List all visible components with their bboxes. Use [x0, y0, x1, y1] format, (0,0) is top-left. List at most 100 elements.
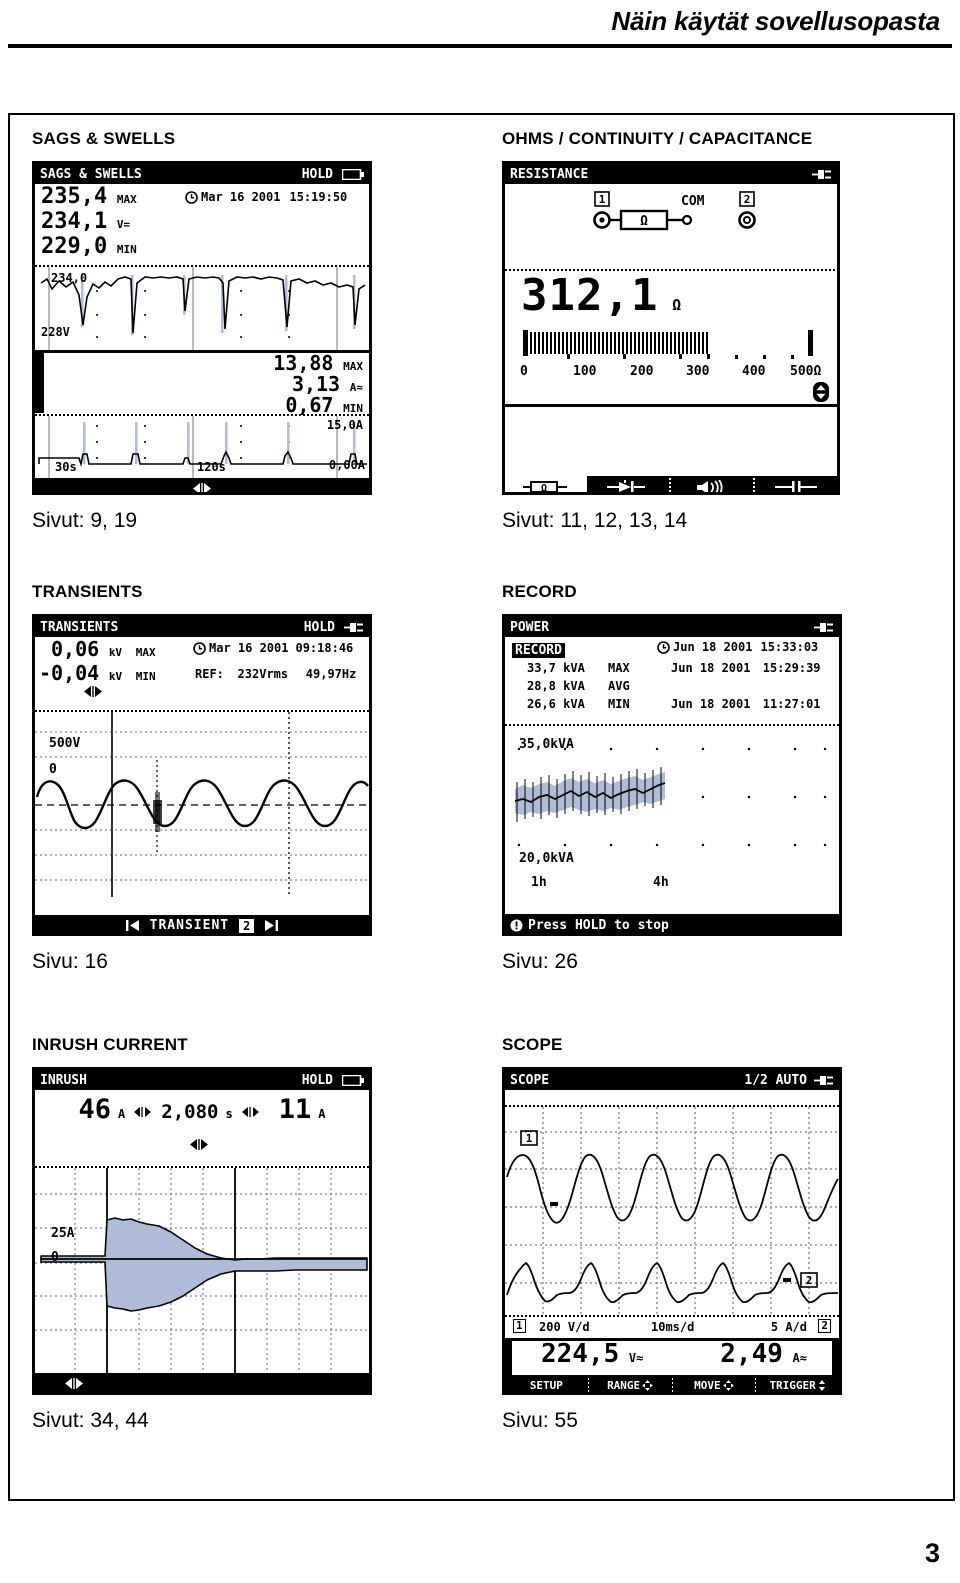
inrush-peak-unit: A	[118, 1107, 126, 1121]
softkey-diode[interactable]	[587, 476, 669, 492]
softkey-move-label: MOVE	[694, 1378, 721, 1392]
panel-caption-record: Sivu: 26	[502, 950, 578, 973]
record-row-value: 33,7 kVA	[527, 661, 585, 675]
lcd-resistance[interactable]: RESISTANCE 1 Ω COM 2 312,1 Ω 0 100 200 3…	[502, 161, 840, 495]
up-down-arrows-icon	[818, 1379, 826, 1391]
channel2-scale: 5 A/d	[770, 1320, 807, 1334]
panel-title-ohms: OHMS / CONTINUITY / CAPACITANCE	[502, 129, 813, 148]
reference-frequency: 49,97Hz	[305, 667, 357, 681]
header-rule	[8, 44, 952, 48]
lcd-mode-indicator: 1/2 AUTO	[744, 1072, 807, 1088]
panel-ohms: OHMS / CONTINUITY / CAPACITANCE RESISTAN…	[502, 129, 942, 533]
record-row-value: 28,8 kVA	[527, 679, 585, 693]
transient-max-unit: kV	[108, 646, 123, 659]
softkey-trigger[interactable]: TRIGGER	[756, 1379, 839, 1392]
softkey-move[interactable]: MOVE	[673, 1379, 756, 1392]
lcd-softkey-bar[interactable]: SETUP RANGE MOVE TRIGGER	[505, 1375, 839, 1392]
bargraph-tick-5: 500Ω	[790, 364, 822, 379]
record-mode-badge: RECORD	[512, 643, 565, 658]
softkey-capacitance[interactable]	[755, 476, 837, 492]
bargraph-tick-2: 200	[630, 364, 654, 379]
lcd-scope[interactable]: SCOPE 1/2 AUTO 1 2 1 200 V/d 10ms/d 5 A/…	[502, 1067, 842, 1395]
battery-icon	[342, 1074, 364, 1086]
skip-next-icon[interactable]	[264, 919, 279, 932]
panel-caption-inrush: Sivut: 34, 44	[32, 1409, 149, 1432]
x-label-mid: 4h	[653, 875, 669, 890]
timebase-scale: 10ms/d	[651, 1320, 695, 1334]
record-row-date: Jun 18 2001	[671, 697, 751, 711]
left-right-arrows-icon[interactable]	[81, 685, 105, 698]
current-readouts: 13,88 MAX 3,13 A≈ 0,67 MIN	[35, 353, 369, 415]
panel-title-scope: SCOPE	[502, 1035, 563, 1054]
y-scale-bottom: 20,0kVA	[519, 851, 574, 866]
lcd-softkey-bar[interactable]	[35, 478, 369, 492]
clock-icon	[193, 641, 206, 655]
transient-min-label: MIN	[135, 670, 156, 683]
inrush-steady-unit: A	[318, 1107, 326, 1121]
svg-text:COM: COM	[681, 194, 705, 209]
lcd-softkey-bar[interactable]: Ω	[505, 476, 837, 492]
left-right-arrows-icon[interactable]	[187, 1138, 211, 1151]
lcd-transients[interactable]: TRANSIENTS HOLD 0,06 kV MAX -0,04 kV MIN…	[32, 614, 372, 936]
page-number: 3	[924, 1538, 940, 1568]
current-scale-bottom: 0,00A	[328, 458, 365, 472]
info-icon	[510, 919, 523, 932]
softkey-range-label: RANGE	[607, 1378, 641, 1392]
lcd-title-text: SAGS & SWELLS	[40, 166, 142, 182]
softkey-transient-label[interactable]: TRANSIENT	[150, 918, 229, 933]
softkey-setup[interactable]: SETUP	[505, 1379, 588, 1392]
softkey-range[interactable]: RANGE	[589, 1379, 672, 1392]
lcd-softkey-bar[interactable]: TRANSIENT 2	[35, 915, 369, 933]
panel-title-sags-swells: SAGS & SWELLS	[32, 129, 176, 148]
panels-grid: SAGS & SWELLS SAGS & SWELLS HOLD 235,4 M…	[10, 115, 953, 1499]
current-now-unit: A≈	[349, 381, 363, 394]
inrush-peak-value: 46	[78, 1094, 112, 1125]
lcd-titlebar: INRUSH HOLD	[35, 1070, 369, 1090]
softkey-transient-number[interactable]: 2	[239, 918, 255, 933]
divider-dotted-2	[505, 1315, 839, 1317]
record-row-value: 26,6 kVA	[527, 697, 585, 711]
bargraph-tick-4: 400	[742, 364, 766, 379]
left-right-arrows-icon[interactable]	[240, 1106, 262, 1118]
softkey-divider-2	[753, 476, 755, 492]
page-header: Näin käytät sovellusopasta	[0, 0, 960, 52]
capacitance-icon	[773, 480, 819, 492]
up-down-arrows-icon[interactable]	[813, 382, 829, 402]
left-right-arrows-icon[interactable]	[190, 482, 214, 492]
voltage-now-value: 234,1	[41, 209, 108, 234]
lcd-titlebar: POWER	[505, 617, 839, 637]
timestamp-date: Mar 16 2001	[201, 190, 281, 204]
voltage-min-label: MIN	[116, 243, 137, 256]
voltage-max-label: MAX	[116, 193, 137, 206]
inrush-waveform: 25A 0	[35, 1168, 369, 1373]
lcd-title-text: RESISTANCE	[510, 166, 589, 182]
inrush-duration-unit: s	[225, 1107, 233, 1121]
transient-min-unit: kV	[108, 670, 123, 683]
skip-previous-icon[interactable]	[125, 919, 140, 932]
panel-scope: SCOPE SCOPE 1/2 AUTO 1 2 1 200 V/d 10ms/…	[502, 1035, 942, 1433]
record-row: 28,8 kVA AVG	[527, 679, 630, 693]
lcd-record[interactable]: POWER RECORD Jun 18 2001 15:33:03 33,7 k…	[502, 614, 842, 936]
mains-plug-icon	[812, 168, 832, 181]
four-way-arrows-icon	[642, 1379, 654, 1391]
record-row: 26,6 kVA MIN	[527, 697, 630, 711]
record-row-time-3: Jun 18 2001 11:27:01	[671, 697, 821, 711]
y-zero-label: 0	[49, 762, 57, 777]
record-row-time: 15:29:39	[762, 661, 821, 675]
scope-voltage-value: 224,5	[541, 1339, 620, 1369]
timestamp-time: 15:19:50	[289, 190, 348, 204]
panel-transients: TRANSIENTS TRANSIENTS HOLD 0,06 kV MAX -…	[32, 582, 462, 974]
scope-waveforms: 1 2	[505, 1107, 839, 1314]
softkey-continuity[interactable]	[671, 476, 753, 492]
left-right-arrows-icon[interactable]	[132, 1106, 154, 1118]
softkey-resistance[interactable]: Ω	[505, 476, 587, 492]
panel-title-inrush: INRUSH CURRENT	[32, 1035, 188, 1054]
left-right-arrows-icon[interactable]	[62, 1377, 86, 1390]
panel-inrush: INRUSH CURRENT INRUSH HOLD 46 A 2,080 s …	[32, 1035, 462, 1433]
lcd-sags-swells[interactable]: SAGS & SWELLS HOLD 235,4 MAX 234,1 V= 22…	[32, 161, 372, 495]
lcd-inrush[interactable]: INRUSH HOLD 46 A 2,080 s 11 A 25A 0	[32, 1067, 372, 1395]
softkey-divider	[669, 476, 671, 492]
lcd-softkey-bar[interactable]	[35, 1373, 369, 1392]
bargraph-tick-1: 100	[573, 364, 597, 379]
svg-text:1: 1	[599, 193, 606, 206]
